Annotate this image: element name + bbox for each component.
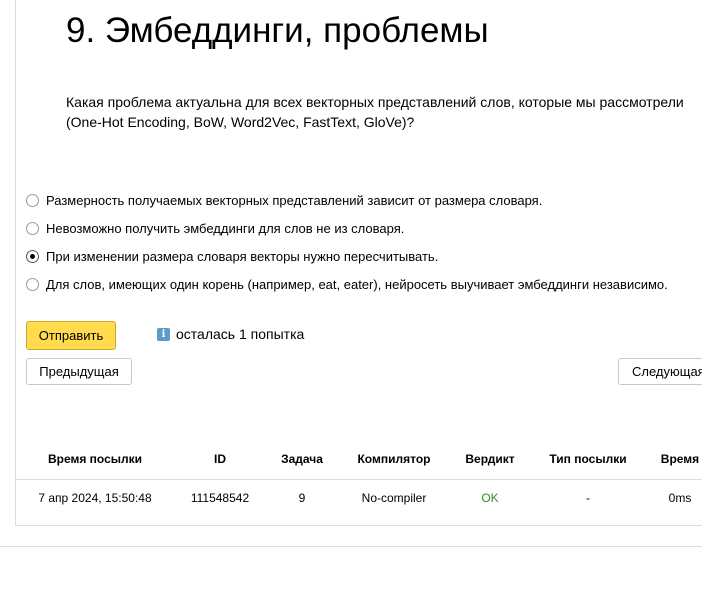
option-4[interactable]: Для слов, имеющих один корень (например,… [26, 274, 668, 294]
submit-button[interactable]: Отправить [26, 321, 116, 350]
header-compiler: Компилятор [357, 452, 431, 466]
page-divider [0, 546, 702, 547]
option-1[interactable]: Размерность получаемых векторных предста… [26, 190, 542, 210]
option-2[interactable]: Невозможно получить эмбеддинги для слов … [26, 218, 404, 238]
option-label: При изменении размера словаря векторы ну… [46, 248, 439, 264]
header-time: Время посылки [47, 452, 143, 466]
table-header-divider [16, 479, 702, 480]
radio-button[interactable] [26, 193, 39, 207]
attempts-text: осталась 1 попытка [176, 326, 305, 342]
radio-button[interactable] [26, 221, 39, 235]
header-duration: Время [660, 452, 700, 466]
content-frame-bottom-border [15, 525, 702, 526]
next-button[interactable]: Следующая [618, 358, 702, 385]
header-task: Задача [281, 452, 323, 466]
cell-verdict: OK [481, 491, 499, 505]
header-type: Тип посылки [549, 452, 627, 466]
option-3[interactable]: При изменении размера словаря векторы ну… [26, 246, 438, 266]
content-frame-left-border [15, 0, 16, 525]
radio-button-selected[interactable] [26, 249, 39, 263]
cell-compiler: No-compiler [361, 491, 427, 505]
attempts-remaining: i осталась 1 попытка [157, 326, 304, 342]
cell-id: 111548542 [190, 491, 250, 505]
question-text: Какая проблема актуальна для всех вектор… [66, 94, 684, 130]
option-label: Для слов, имеющих один корень (например,… [46, 276, 668, 292]
previous-button[interactable]: Предыдущая [26, 358, 132, 385]
cell-time: 7 апр 2024, 15:50:48 [38, 491, 152, 505]
header-verdict: Вердикт [465, 452, 515, 466]
option-label: Невозможно получить эмбеддинги для слов … [46, 220, 405, 236]
info-icon: i [157, 327, 170, 341]
radio-button[interactable] [26, 277, 39, 291]
cell-duration: 0ms [668, 491, 692, 505]
page-title: 9. Эмбеддинги, проблемы [66, 11, 489, 50]
option-label: Размерность получаемых векторных предста… [46, 192, 543, 208]
cell-task: 9 [298, 491, 306, 505]
cell-type: - [586, 491, 590, 505]
header-id: ID [214, 452, 226, 466]
